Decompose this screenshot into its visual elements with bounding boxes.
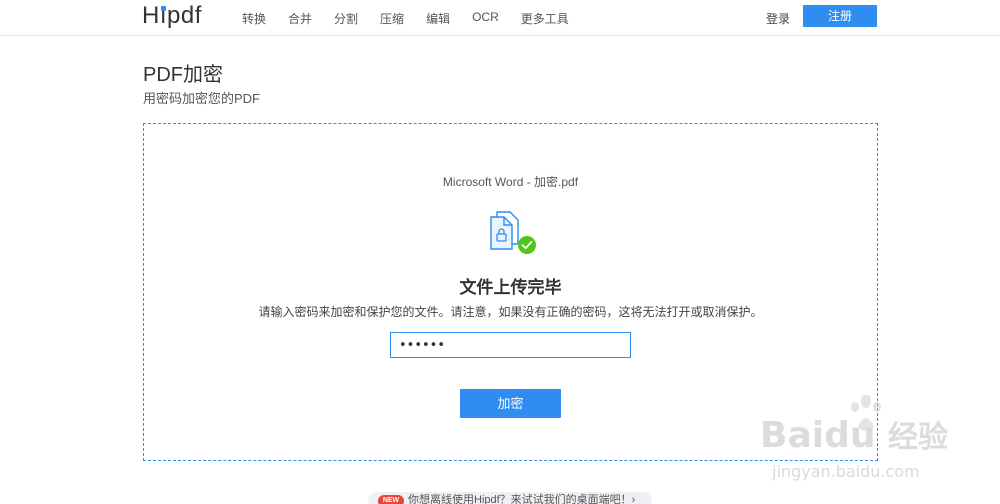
encrypt-button[interactable]: 加密	[460, 389, 561, 418]
watermark-suffix: 经验	[888, 420, 948, 455]
upload-status: 文件上传完毕	[459, 278, 562, 297]
page-subtitle: 用密码加密您的PDF	[143, 91, 261, 106]
file-name: Microsoft Word - 加密.pdf	[442, 175, 579, 189]
baidu-jingyan-watermark: Baidu 经验 jingyan.baidu.com	[760, 395, 948, 481]
page-title: PDF加密	[143, 64, 223, 86]
watermark-url: jingyan.baidu.com	[771, 462, 920, 481]
top-header: Hıpdf 转换 合并 分割 压缩 编辑 OCR 更多工具 登录 注册	[0, 0, 1000, 36]
login-link[interactable]: 登录	[766, 10, 790, 27]
nav-item-more-tools[interactable]: 更多工具	[521, 10, 569, 27]
desktop-promo-banner[interactable]: NEW 你想离线使用Hipdf？来试试我们的桌面端吧！›	[368, 492, 652, 504]
register-button[interactable]: 注册	[803, 5, 877, 27]
new-badge: NEW	[378, 495, 404, 504]
promo-text: 你想离线使用Hipdf？来试试我们的桌面端吧！›	[408, 494, 636, 504]
nav-item-compress[interactable]: 压缩	[380, 10, 404, 27]
hipdf-logo[interactable]: Hıpdf	[142, 2, 202, 30]
watermark-brand: Baidu	[760, 415, 875, 456]
check-badge-icon	[518, 236, 536, 254]
password-input[interactable]	[390, 332, 631, 358]
main-nav: 转换 合并 分割 压缩 编辑 OCR 更多工具	[242, 10, 591, 27]
nav-item-convert[interactable]: 转换	[242, 10, 266, 27]
nav-item-merge[interactable]: 合并	[288, 10, 312, 27]
upload-description: 请输入密码来加密和保护您的文件。请注意，如果没有正确的密码，这将无法打开或取消保…	[258, 305, 763, 319]
nav-item-edit[interactable]: 编辑	[426, 10, 450, 27]
nav-item-ocr[interactable]: OCR	[472, 10, 499, 27]
nav-item-split[interactable]: 分割	[334, 10, 358, 27]
